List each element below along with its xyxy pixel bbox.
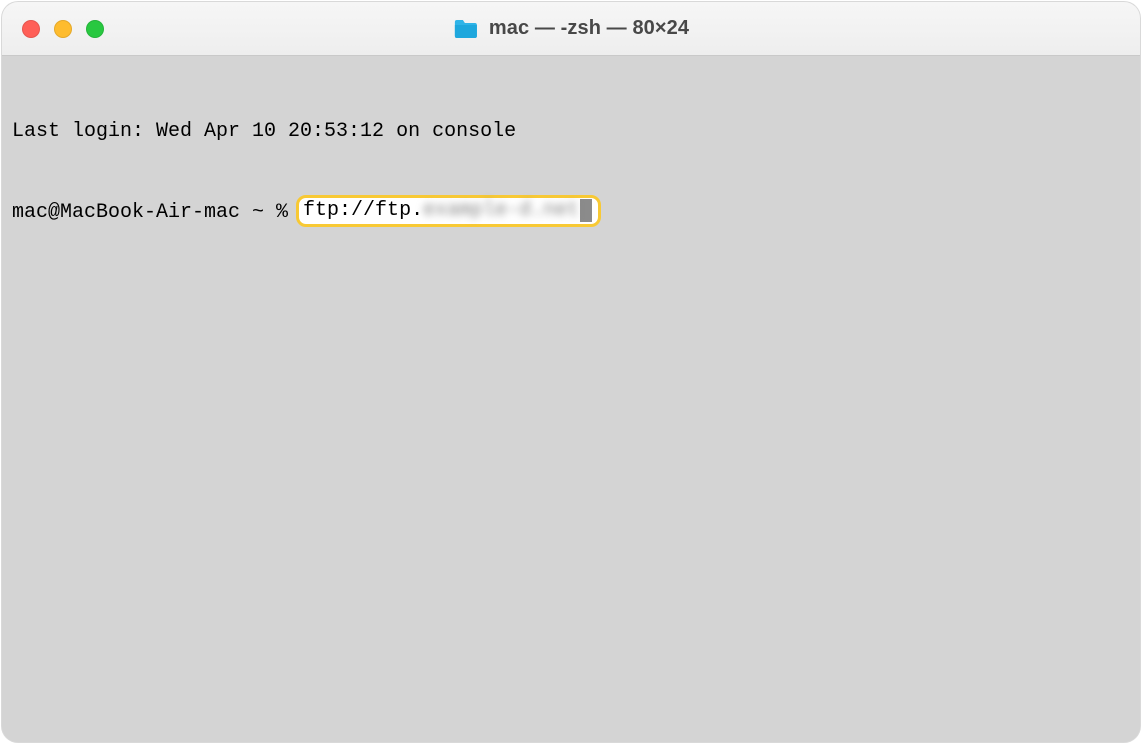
maximize-button[interactable] — [86, 20, 104, 38]
folder-icon — [453, 18, 479, 40]
command-visible: ftp://ftp. — [303, 197, 423, 224]
last-login-line: Last login: Wed Apr 10 20:53:12 on conso… — [12, 118, 1130, 145]
terminal-content[interactable]: Last login: Wed Apr 10 20:53:12 on conso… — [2, 56, 1140, 742]
minimize-button[interactable] — [54, 20, 72, 38]
window-title: mac — -zsh — 80×24 — [489, 17, 689, 40]
titlebar: mac — -zsh — 80×24 — [2, 2, 1140, 56]
last-login-text: Last login: Wed Apr 10 20:53:12 on conso… — [12, 118, 516, 145]
cursor-icon — [580, 199, 592, 222]
prompt-line[interactable]: mac@MacBook-Air-mac ~ % ftp://ftp.exampl… — [12, 199, 1130, 226]
close-button[interactable] — [22, 20, 40, 38]
prompt-text: mac@MacBook-Air-mac ~ % — [12, 199, 300, 226]
traffic-lights — [22, 20, 104, 38]
title-center: mac — -zsh — 80×24 — [453, 17, 689, 40]
terminal-window: mac — -zsh — 80×24 Last login: Wed Apr 1… — [2, 2, 1140, 742]
command-blurred: example-d.net — [423, 197, 579, 224]
command-highlight: ftp://ftp.example-d.net — [296, 195, 601, 227]
